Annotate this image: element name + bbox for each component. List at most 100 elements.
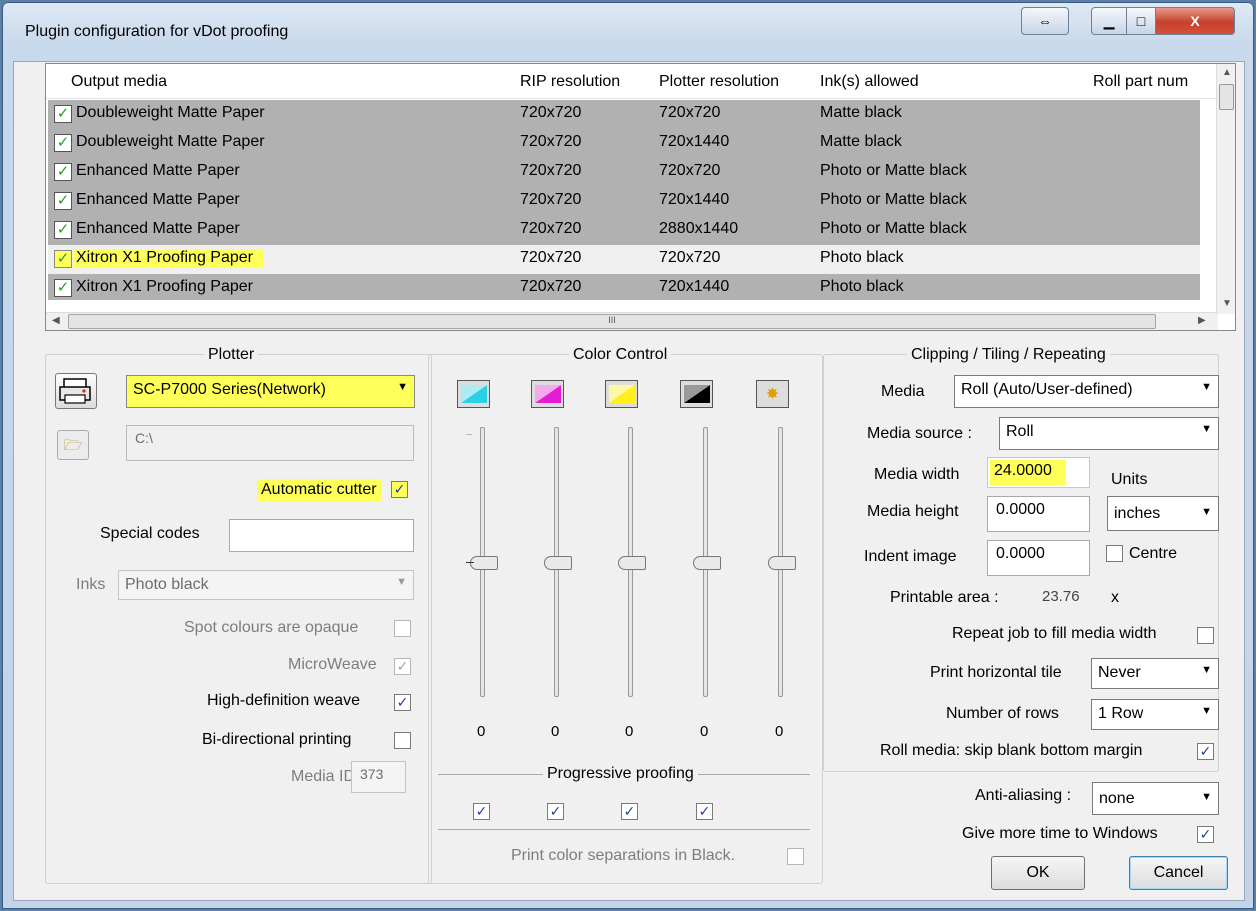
chevron-down-icon: ▼ (396, 576, 407, 588)
black-slider-thumb[interactable] (693, 556, 721, 570)
cyan-slider-thumb[interactable] (470, 556, 498, 570)
hd-weave-checkbox[interactable]: ✓ (394, 694, 411, 711)
centre-checkbox[interactable] (1106, 545, 1123, 562)
table-row[interactable]: ✓ Enhanced Matte Paper 720x720 720x720 P… (48, 158, 1200, 187)
bidirectional-checkbox[interactable] (394, 732, 411, 749)
chevron-down-icon: ▼ (1201, 705, 1212, 717)
header-inks-allowed[interactable]: Ink(s) allowed (820, 73, 919, 91)
more-time-checkbox[interactable]: ✓ (1197, 826, 1214, 843)
black-value: 0 (700, 723, 709, 740)
close-button[interactable]: X (1155, 7, 1235, 35)
row-checkbox[interactable]: ✓ (54, 279, 72, 297)
row-checkbox[interactable]: ✓ (54, 105, 72, 123)
horizontal-tile-select[interactable]: Never ▼ (1091, 658, 1219, 689)
skip-margin-checkbox[interactable]: ✓ (1197, 743, 1214, 760)
yellow-slider-thumb[interactable] (618, 556, 646, 570)
row-checkbox[interactable]: ✓ (54, 192, 72, 210)
magenta-swatch-button[interactable] (531, 380, 564, 408)
spot-opaque-checkbox[interactable] (394, 620, 411, 637)
media-id-field[interactable]: 373 (351, 761, 406, 793)
ok-button[interactable]: OK (991, 856, 1085, 890)
progressive-black-checkbox[interactable]: ✓ (696, 803, 713, 820)
chevron-down-icon: ▼ (1201, 791, 1212, 803)
inks-allowed: Photo black (820, 249, 904, 266)
title-bar[interactable]: Plugin configuration for vDot proofing ⇔… (3, 3, 1253, 61)
horizontal-scrollbar[interactable]: ◀ III ▶ (46, 312, 1218, 330)
indent-image-input[interactable]: 0.0000 (987, 540, 1090, 576)
inks-select-value: Photo black (125, 576, 209, 593)
anti-aliasing-value: none (1099, 790, 1135, 807)
printer-icon[interactable] (55, 373, 97, 409)
table-row[interactable]: ✓ Doubleweight Matte Paper 720x720 720x1… (48, 129, 1200, 158)
special-codes-input[interactable] (229, 519, 414, 552)
media-source-value: Roll (1006, 423, 1034, 440)
vertical-scroll-thumb[interactable] (1219, 84, 1234, 110)
header-output-media[interactable]: Output media (71, 73, 167, 91)
cancel-button[interactable]: Cancel (1129, 856, 1228, 890)
units-select[interactable]: inches ▼ (1107, 496, 1219, 531)
microweave-label: MicroWeave (288, 656, 377, 673)
units-label: Units (1111, 471, 1148, 488)
progressive-magenta-checkbox[interactable]: ✓ (547, 803, 564, 820)
minimize-icon[interactable]: ▁ (1091, 7, 1127, 35)
row-checkbox[interactable]: ✓ (54, 221, 72, 239)
cyan-swatch-button[interactable] (457, 380, 490, 408)
spot-star-icon[interactable]: ✸ (756, 380, 789, 408)
number-of-rows-select[interactable]: 1 Row ▼ (1091, 699, 1219, 730)
separations-separator (438, 829, 810, 830)
inks-label: Inks (76, 576, 106, 593)
scroll-right-icon[interactable]: ▶ (1198, 315, 1206, 326)
scroll-down-icon[interactable]: ▼ (1222, 298, 1232, 309)
dialog-client: Output media RIP resolution Plotter reso… (13, 61, 1245, 901)
media-name: Xitron X1 Proofing Paper (74, 249, 263, 267)
yellow-swatch-button[interactable] (605, 380, 638, 408)
media-source-select[interactable]: Roll ▼ (999, 417, 1219, 450)
row-checkbox[interactable]: ✓ (54, 134, 72, 152)
number-of-rows-value: 1 Row (1098, 705, 1144, 722)
automatic-cutter-label: Automatic cutter (257, 479, 381, 501)
output-media-table[interactable]: Output media RIP resolution Plotter reso… (45, 63, 1236, 331)
progressive-cyan-checkbox[interactable]: ✓ (473, 803, 490, 820)
row-checkbox[interactable]: ✓ (54, 163, 72, 181)
progressive-yellow-checkbox[interactable]: ✓ (621, 803, 638, 820)
anti-aliasing-select[interactable]: none ▼ (1092, 782, 1219, 815)
inks-select[interactable]: Photo black ▼ (118, 570, 414, 600)
media-select[interactable]: Roll (Auto/User-defined) ▼ (954, 375, 1219, 408)
scroll-left-icon[interactable]: ◀ (52, 315, 60, 326)
folder-open-icon[interactable]: 🗁 (57, 430, 89, 460)
row-checkbox[interactable]: ✓ (54, 250, 72, 268)
printer-select[interactable]: SC-P7000 Series(Network) ▼ (126, 375, 415, 408)
magenta-slider-thumb[interactable] (544, 556, 572, 570)
horizontal-scroll-thumb[interactable]: III (68, 314, 1156, 329)
rip-resolution: 720x720 (520, 104, 582, 121)
header-rip-resolution[interactable]: RIP resolution (520, 73, 620, 91)
media-name: Enhanced Matte Paper (76, 220, 240, 237)
printable-area-value: 23.76 (1042, 588, 1080, 605)
slider-tick (466, 434, 472, 435)
header-plotter-resolution[interactable]: Plotter resolution (659, 73, 779, 91)
special-codes-label: Special codes (100, 525, 200, 542)
vertical-scrollbar[interactable]: ▲ ▼ (1216, 64, 1235, 314)
media-height-input[interactable]: 0.0000 (987, 496, 1090, 532)
automatic-cutter-checkbox[interactable]: ✓ (391, 481, 408, 498)
maximize-icon[interactable]: □ (1126, 7, 1156, 35)
path-field[interactable]: C:\ (126, 425, 414, 461)
table-row-selected[interactable]: ✓ Xitron X1 Proofing Paper 720x720 720x7… (48, 245, 1200, 274)
print-separations-checkbox[interactable] (787, 848, 804, 865)
media-width-input[interactable]: 24.0000 (987, 457, 1090, 488)
black-swatch-button[interactable] (680, 380, 713, 408)
media-source-label: Media source : (867, 425, 972, 442)
table-row[interactable]: ✓ Doubleweight Matte Paper 720x720 720x7… (48, 100, 1200, 129)
number-of-rows-label: Number of rows (946, 705, 1059, 722)
spot-opaque-label: Spot colours are opaque (184, 619, 359, 636)
scroll-up-icon[interactable]: ▲ (1222, 67, 1232, 78)
resize-arrows-icon[interactable]: ⇔ (1021, 7, 1069, 35)
plotter-resolution: 720x720 (659, 249, 721, 266)
spot-slider-thumb[interactable] (768, 556, 796, 570)
table-row[interactable]: ✓ Enhanced Matte Paper 720x720 720x1440 … (48, 187, 1200, 216)
table-row[interactable]: ✓ Xitron X1 Proofing Paper 720x720 720x1… (48, 274, 1200, 300)
table-row[interactable]: ✓ Enhanced Matte Paper 720x720 2880x1440… (48, 216, 1200, 245)
microweave-checkbox[interactable]: ✓ (394, 658, 411, 675)
header-roll-part-num[interactable]: Roll part num (1093, 73, 1208, 91)
repeat-job-checkbox[interactable] (1197, 627, 1214, 644)
